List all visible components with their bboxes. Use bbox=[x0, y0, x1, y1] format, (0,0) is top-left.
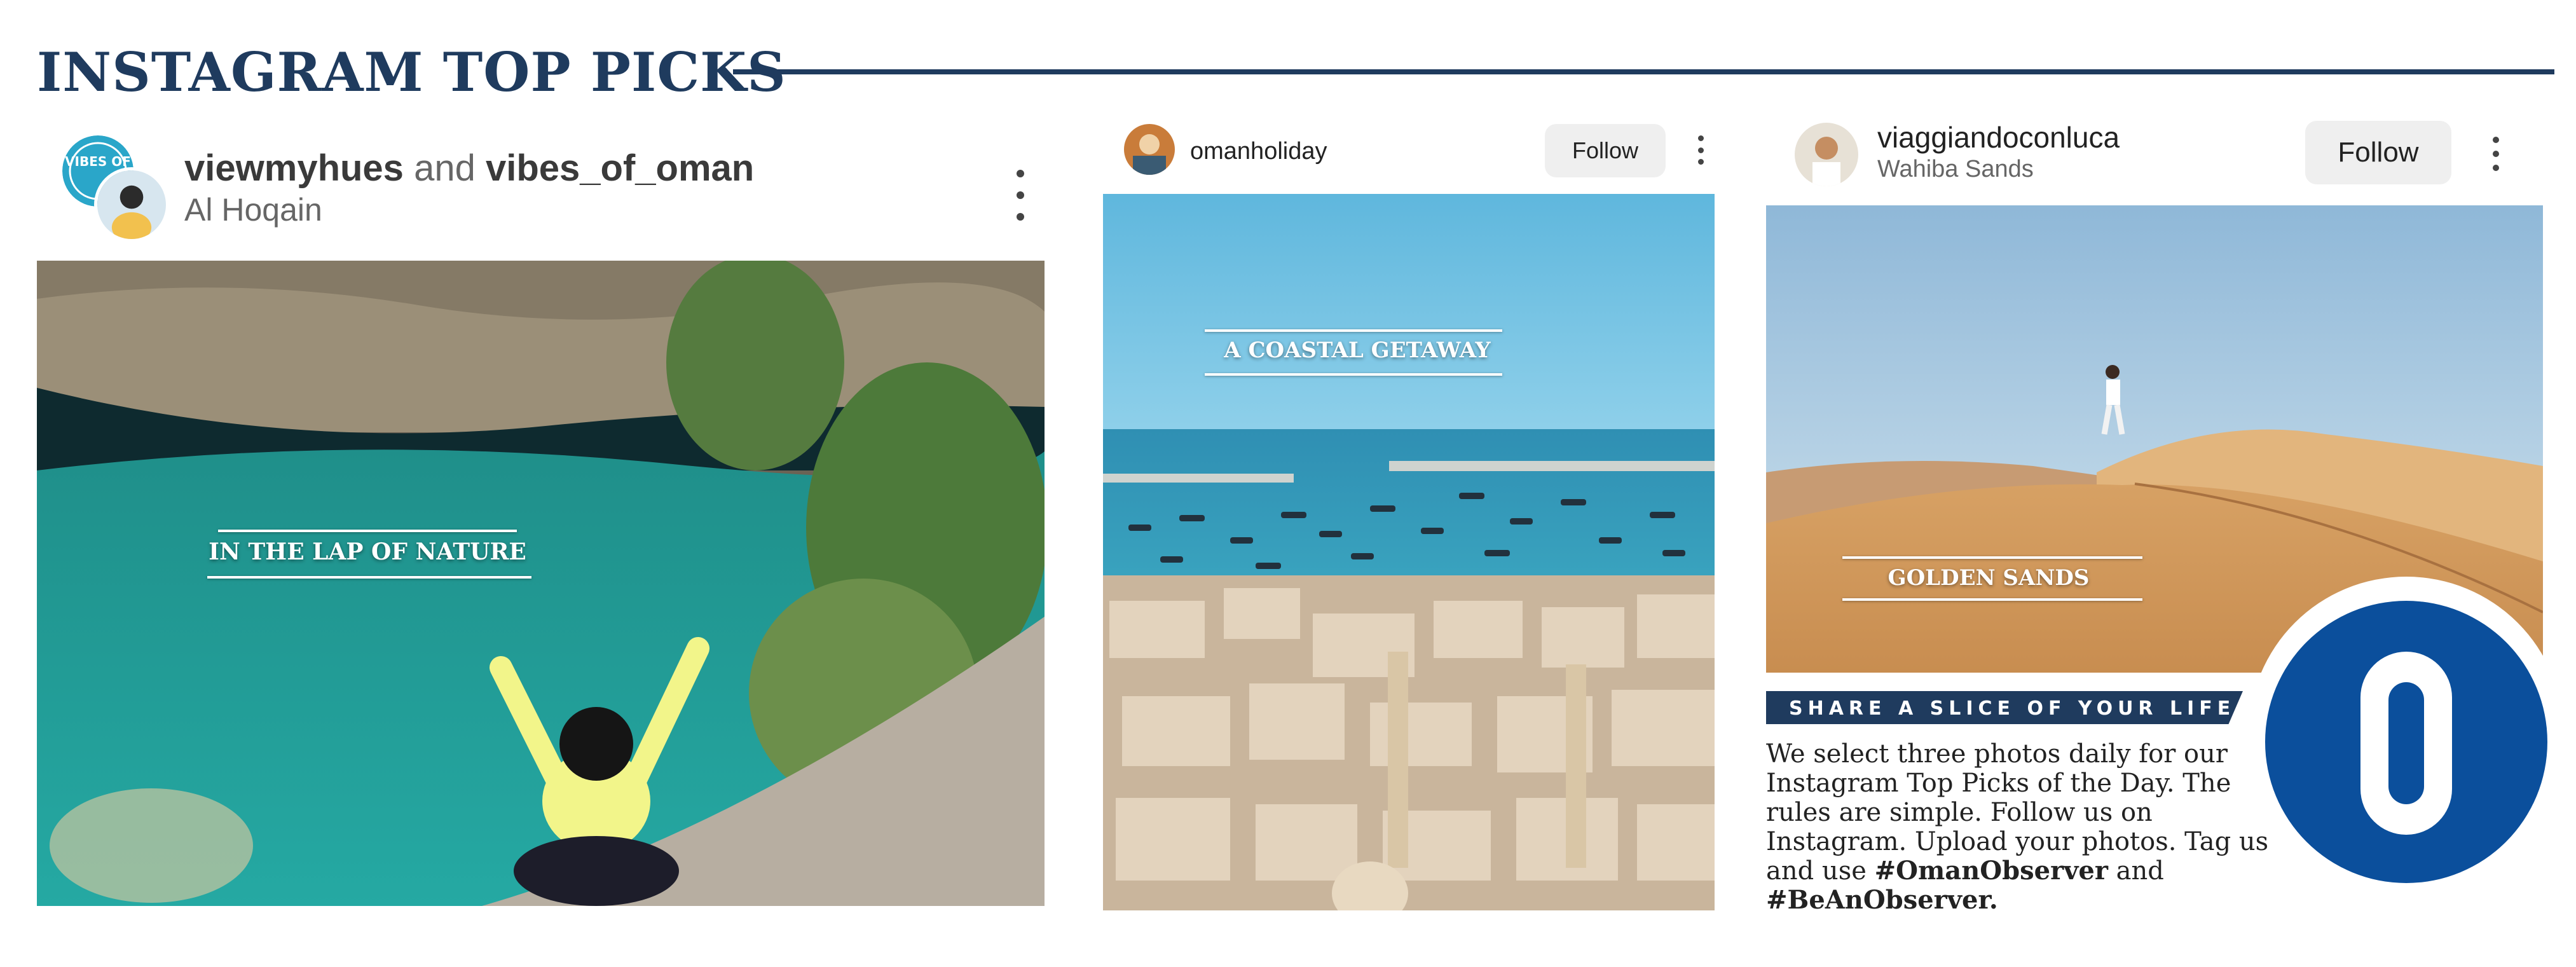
instagram-post-2: omanholiday Follow A COASTAL GETAWAY bbox=[1103, 111, 1715, 912]
instagram-post-1: VIBES OF viewmyhues and vibes_of_oman Al… bbox=[37, 124, 1045, 906]
promo-text-2: and bbox=[2116, 856, 2164, 886]
avatar-viaggiandoconluca[interactable] bbox=[1795, 123, 1858, 186]
promo-body-text: We select three photos daily for our Ins… bbox=[1766, 739, 2294, 915]
username-viewmyhues[interactable]: viewmyhues bbox=[184, 147, 404, 189]
post-1-photo[interactable]: IN THE LAP OF NATURE bbox=[37, 261, 1045, 906]
caption-rule-bottom bbox=[1205, 373, 1502, 376]
avatar-badge-text: VIBES OF bbox=[65, 154, 131, 169]
avatar-viewmyhues[interactable] bbox=[94, 167, 169, 242]
more-options-icon[interactable] bbox=[1011, 170, 1030, 221]
caption-rule-top bbox=[1842, 556, 2142, 559]
section-title: INSTAGRAM TOP PICKS bbox=[37, 41, 786, 104]
section-header: INSTAGRAM TOP PICKS bbox=[37, 37, 2554, 113]
username-vibes-of-oman[interactable]: vibes_of_oman bbox=[486, 147, 754, 189]
share-banner: SHARE A SLICE OF YOUR LIFE bbox=[1766, 691, 2243, 724]
post-3-caption: GOLDEN SANDS bbox=[1887, 565, 2090, 591]
post-2-caption: A COASTAL GETAWAY bbox=[1224, 338, 1491, 363]
hashtag-oman-observer[interactable]: #OmanObserver bbox=[1875, 856, 2108, 886]
caption-rule-top bbox=[1205, 329, 1502, 332]
more-options-icon[interactable] bbox=[1691, 135, 1710, 165]
avatar-omanholiday[interactable] bbox=[1124, 124, 1175, 175]
post-1-location[interactable]: Al Hoqain bbox=[184, 191, 322, 228]
more-options-icon[interactable] bbox=[2486, 137, 2505, 171]
caption-rule-top bbox=[218, 530, 517, 532]
post-2-photo[interactable]: A COASTAL GETAWAY bbox=[1103, 194, 1715, 910]
oman-observer-logo bbox=[2247, 575, 2565, 893]
username-joiner: and bbox=[414, 147, 476, 189]
username-viaggiandoconluca[interactable]: viaggiandoconluca bbox=[1877, 120, 2120, 154]
hashtag-be-an-observer[interactable]: #BeAnObserver. bbox=[1766, 885, 1998, 915]
post-1-usernames: viewmyhues and vibes_of_oman bbox=[184, 147, 754, 189]
follow-button[interactable]: Follow bbox=[2305, 121, 2451, 184]
caption-rule-bottom bbox=[207, 576, 531, 579]
caption-rule-bottom bbox=[1842, 598, 2142, 601]
post-3-location[interactable]: Wahiba Sands bbox=[1877, 156, 2034, 183]
username-omanholiday[interactable]: omanholiday bbox=[1190, 138, 1327, 165]
title-rule bbox=[733, 69, 2554, 74]
share-banner-text: SHARE A SLICE OF YOUR LIFE bbox=[1789, 697, 2236, 720]
follow-button[interactable]: Follow bbox=[1545, 124, 1666, 177]
post-1-caption: IN THE LAP OF NATURE bbox=[209, 538, 526, 565]
